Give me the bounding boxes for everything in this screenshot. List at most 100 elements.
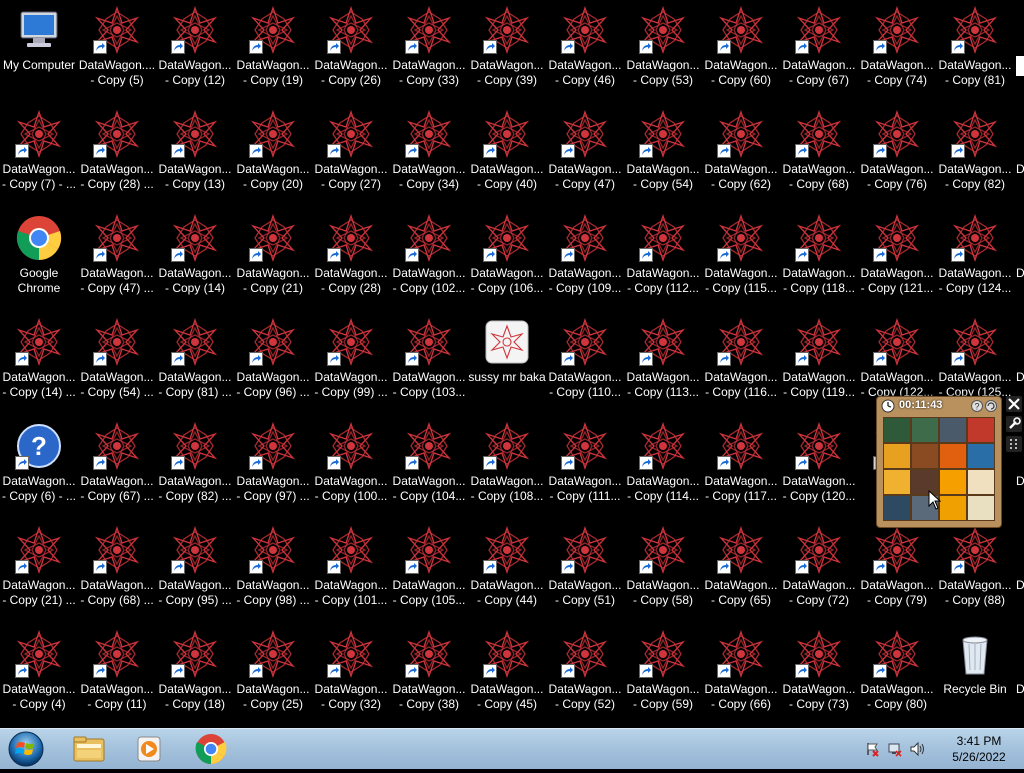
desktop-shortcut-datawagon[interactable]: DataWagon... - Copy (68) ... bbox=[78, 520, 156, 620]
desktop-shortcut-datawagon[interactable]: DataWagon... - Copy (59) bbox=[624, 624, 702, 724]
desktop-shortcut-datawagon[interactable]: DataWagon... - Copy (113... bbox=[624, 312, 702, 412]
desktop-shortcut-datawagon[interactable]: DataWagon... - Copy (28) ... bbox=[78, 104, 156, 204]
desktop-shortcut-datawagon[interactable]: DataWagon... - Copy (26) bbox=[312, 0, 390, 100]
desktop-shortcut-datawagon[interactable]: DataWagon... - Copy (118... bbox=[780, 208, 858, 308]
taskbar-explorer-button[interactable] bbox=[62, 731, 116, 767]
desktop-shortcut-datawagon[interactable]: DataWagon... - Copy (12) bbox=[156, 0, 234, 100]
desktop-shortcut-datawagon[interactable]: DataWagon... - Copy (19) bbox=[234, 0, 312, 100]
desktop-shortcut-datawagon[interactable]: DataWagon... - Copy (81) ... bbox=[156, 312, 234, 412]
puzzle-tile[interactable] bbox=[968, 496, 994, 520]
help-icon[interactable]: ? bbox=[971, 400, 983, 412]
desktop-shortcut-datawagon[interactable]: DataWagon... - Copy (67) bbox=[780, 0, 858, 100]
desktop-shortcut-datawagon[interactable]: DataWagon... - Copy (74) bbox=[858, 0, 936, 100]
desktop-shortcut-datawagon[interactable]: DataWagon... - Copy (104... bbox=[390, 416, 468, 516]
wrench-icon[interactable] bbox=[1006, 416, 1022, 432]
desktop-shortcut-datawagon[interactable]: DataWagon... - Copy (46) bbox=[546, 0, 624, 100]
desktop-shortcut-datawagon[interactable]: DataWagon... - Copy (103... bbox=[390, 312, 468, 412]
desktop-shortcut-datawagon[interactable]: DataWagon... - Copy (11) bbox=[78, 624, 156, 724]
desktop-shortcut-datawagon[interactable]: DataWagon... - Copy (101... bbox=[312, 520, 390, 620]
desktop-shortcut-datawagon[interactable]: DataWagon... - Copy (117... bbox=[702, 416, 780, 516]
desktop-shortcut-datawagon[interactable]: DataWagon... - Copy (114... bbox=[624, 416, 702, 516]
desktop-shortcut-datawagon[interactable]: DataWagon... - Copy (96) ... bbox=[234, 312, 312, 412]
puzzle-tile[interactable] bbox=[940, 418, 966, 442]
drag-handle-icon[interactable] bbox=[1006, 436, 1022, 452]
desktop-shortcut-datawagon[interactable]: DataWagon... - Copy (102... bbox=[390, 208, 468, 308]
desktop-shortcut-help[interactable]: ? DataWagon... - Copy (6) - ... bbox=[0, 416, 78, 516]
desktop-icon-my-computer[interactable]: My Computer bbox=[0, 0, 78, 100]
puzzle-tile[interactable] bbox=[968, 470, 994, 494]
desktop-shortcut-datawagon[interactable]: DataWagon... - Copy (34) bbox=[390, 104, 468, 204]
network-icon[interactable] bbox=[887, 741, 903, 757]
desktop-shortcut-datawagon[interactable]: DataWagon... - Copy (116... bbox=[702, 312, 780, 412]
desktop-shortcut-datawagon[interactable]: DataWagon... - Copy (18) bbox=[156, 624, 234, 724]
puzzle-tile[interactable] bbox=[884, 418, 910, 442]
desktop-shortcut-datawagon[interactable]: DataWagon... - Copy (110... bbox=[546, 312, 624, 412]
desktop-shortcut-datawagon[interactable]: DataWagon... - Copy (112... bbox=[624, 208, 702, 308]
desktop-shortcut-datawagon[interactable]: DataWagon... - Copy (54) bbox=[624, 104, 702, 204]
desktop-shortcut-datawagon[interactable]: DataWagon... - Copy (39) bbox=[468, 0, 546, 100]
puzzle-tile[interactable] bbox=[968, 418, 994, 442]
puzzle-tile[interactable] bbox=[884, 470, 910, 494]
action-center-flag-icon[interactable] bbox=[865, 741, 881, 757]
desktop-shortcut-datawagon[interactable]: DataWagon... - Copy (82) ... bbox=[156, 416, 234, 516]
desktop-icon-recycle-bin[interactable]: Recycle Bin bbox=[936, 624, 1014, 724]
desktop-shortcut-datawagon[interactable]: DataWagon... - Copy (47) bbox=[546, 104, 624, 204]
desktop-shortcut-datawagon[interactable]: DataWagon... - Copy (21) bbox=[234, 208, 312, 308]
puzzle-tile[interactable] bbox=[968, 444, 994, 468]
puzzle-tile[interactable] bbox=[884, 496, 910, 520]
desktop-shortcut-datawagon[interactable]: DataWagon... - Copy (54) ... bbox=[78, 312, 156, 412]
desktop-shortcut-datawagon[interactable]: DataWagon... - Copy (7) - ... bbox=[0, 104, 78, 204]
taskbar-chrome-button[interactable] bbox=[184, 731, 238, 767]
desktop-shortcut-datawagon[interactable]: DataWagon... - Copy (120... bbox=[780, 416, 858, 516]
desktop-shortcut-datawagon[interactable]: DataWagon... - Copy (14) ... bbox=[0, 312, 78, 412]
desktop-shortcut-datawagon[interactable]: DataWagon... - Copy (21) ... bbox=[0, 520, 78, 620]
desktop-shortcut-datawagon[interactable]: DataWagon... - Copy (27) bbox=[312, 104, 390, 204]
desktop-icon-sussy-mr-baka[interactable]: sussy mr baka bbox=[468, 312, 546, 412]
desktop-shortcut-datawagon[interactable]: DataWagon... - Copy (111... bbox=[546, 416, 624, 516]
desktop-shortcut-datawagon[interactable]: DataWagon... - Copy (66) bbox=[702, 624, 780, 724]
desktop-shortcut-datawagon[interactable]: DataWagon... - Copy (109... bbox=[546, 208, 624, 308]
desktop-shortcut-datawagon[interactable]: DataWagon... - Copy (65) bbox=[702, 520, 780, 620]
puzzle-tile[interactable] bbox=[912, 444, 938, 468]
desktop-shortcut-datawagon[interactable]: DataWagon... - Copy (14) bbox=[156, 208, 234, 308]
desktop-shortcut-datawagon[interactable]: DataWagon... - Copy (44) bbox=[468, 520, 546, 620]
desktop-shortcut-datawagon[interactable]: DataWagon... - Copy (45) bbox=[468, 624, 546, 724]
desktop-shortcut-datawagon[interactable]: DataWagon... - Copy (108... bbox=[468, 416, 546, 516]
desktop-shortcut-datawagon[interactable]: DataWagon... - Copy (73) bbox=[780, 624, 858, 724]
desktop-icon-google-chrome[interactable]: Google Chrome bbox=[0, 208, 78, 308]
desktop-shortcut-datawagon[interactable]: DataWagon... - Copy (38) bbox=[390, 624, 468, 724]
desktop-shortcut-datawagon[interactable]: DataWagon... - Copy (25) bbox=[234, 624, 312, 724]
desktop-shortcut-datawagon[interactable]: DataWagon... - Copy (13) bbox=[156, 104, 234, 204]
desktop-shortcut-datawagon[interactable]: DataWagon... - Copy (53) bbox=[624, 0, 702, 100]
desktop-shortcut-datawagon[interactable]: DataWagon... - Copy (76) bbox=[858, 104, 936, 204]
desktop-shortcut-datawagon[interactable]: DataWagon... - Copy (67) ... bbox=[78, 416, 156, 516]
desktop-shortcut-datawagon[interactable]: DataWagon... - Copy (95) ... bbox=[156, 520, 234, 620]
desktop-shortcut-datawagon[interactable]: DataWagon... - Copy (40) bbox=[468, 104, 546, 204]
close-icon[interactable] bbox=[1006, 396, 1022, 412]
desktop-shortcut-datawagon[interactable]: DataWagon... - Copy (20) bbox=[234, 104, 312, 204]
desktop-shortcut-datawagon[interactable]: DataWagon... - Copy (82) bbox=[936, 104, 1014, 204]
desktop-shortcut-datawagon[interactable]: DataWagon... - Copy (121... bbox=[858, 208, 936, 308]
taskbar-media-player-button[interactable] bbox=[122, 731, 176, 767]
desktop-shortcut-datawagon[interactable]: DataWagon... - Copy (105... bbox=[390, 520, 468, 620]
desktop-shortcut-datawagon[interactable]: DataWagon... - Copy (79) bbox=[858, 520, 936, 620]
desktop-shortcut-datawagon[interactable]: DataWagon... - Copy (47) ... bbox=[78, 208, 156, 308]
desktop-shortcut-datawagon[interactable]: DataWagon.... - Copy (5) bbox=[78, 0, 156, 100]
desktop-shortcut-datawagon[interactable]: DataWagon... - Copy (106... bbox=[468, 208, 546, 308]
puzzle-tile[interactable] bbox=[884, 444, 910, 468]
desktop-shortcut-datawagon[interactable]: DataWagon... - Copy (58) bbox=[624, 520, 702, 620]
desktop-shortcut-datawagon[interactable]: DataWagon... - Copy (60) bbox=[702, 0, 780, 100]
taskbar-clock[interactable]: 3:41 PM 5/26/2022 bbox=[944, 733, 1014, 765]
desktop-shortcut-datawagon[interactable]: DataWagon... - Copy (33) bbox=[390, 0, 468, 100]
desktop-shortcut-datawagon[interactable]: DataWagon... - Copy (80) bbox=[858, 624, 936, 724]
desktop-shortcut-datawagon[interactable]: DataWagon... - Copy (115... bbox=[702, 208, 780, 308]
desktop-shortcut-datawagon[interactable]: DataWagon... - Copy (88) bbox=[936, 520, 1014, 620]
desktop-shortcut-datawagon[interactable]: DataWagon... - Copy (97) ... bbox=[234, 416, 312, 516]
desktop-shortcut-datawagon[interactable]: DataWagon... - Copy (100... bbox=[312, 416, 390, 516]
desktop-shortcut-datawagon[interactable]: DataWagon... - Copy (119... bbox=[780, 312, 858, 412]
desktop-shortcut-datawagon[interactable]: DataWagon... - Copy (68) bbox=[780, 104, 858, 204]
volume-icon[interactable] bbox=[909, 741, 925, 757]
desktop-shortcut-datawagon[interactable]: DataWagon... - Copy (4) bbox=[0, 624, 78, 724]
puzzle-tile[interactable] bbox=[940, 444, 966, 468]
desktop-shortcut-datawagon[interactable]: DataWagon... - Copy (62) bbox=[702, 104, 780, 204]
